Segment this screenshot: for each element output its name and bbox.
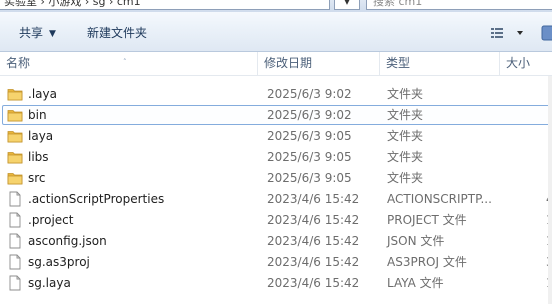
file-type: 文件夹 <box>387 150 424 164</box>
file-type: PROJECT 文件 <box>387 213 467 227</box>
file-date: 2023/4/6 15:42 <box>267 192 360 206</box>
file-name: .laya <box>28 87 57 101</box>
view-details-icon <box>491 28 523 38</box>
new-folder-button[interactable]: 新建文件夹 <box>87 24 147 42</box>
command-toolbar: 共享 ▼ 新建文件夹 <box>0 12 552 52</box>
file-name: laya <box>28 129 54 143</box>
folder-icon <box>7 107 23 123</box>
file-row[interactable]: laya 2025/6/3 9:05 文件夹 <box>2 126 550 146</box>
file-icon <box>7 233 23 249</box>
column-header-size[interactable]: 大小 <box>500 52 552 76</box>
column-header-row: 名称 ˄ 修改日期 类型 大小 <box>0 52 552 76</box>
file-name: libs <box>28 150 49 164</box>
search-input[interactable]: 搜索 cm1 <box>366 0 552 10</box>
file-row[interactable]: sg.laya2023/4/6 15:42LAYA 文件1 <box>2 273 552 293</box>
help-icon <box>541 25 552 41</box>
file-row[interactable]: .laya 2025/6/3 9:02 文件夹 <box>2 84 550 104</box>
scrollbar-edge[interactable] <box>548 76 552 304</box>
address-bar[interactable]: 实验室 › 小游戏 › sg › cm1 <box>0 0 330 10</box>
file-date: 2023/4/6 15:42 <box>267 234 360 248</box>
column-header-date[interactable]: 修改日期 <box>258 52 380 76</box>
file-type: 文件夹 <box>387 108 424 122</box>
chevron-down-icon: ▼ <box>49 29 56 39</box>
file-date: 2025/6/3 9:05 <box>267 171 352 185</box>
file-name: sg.laya <box>28 276 71 290</box>
file-date: 2025/6/3 9:02 <box>267 87 352 101</box>
file-date: 2023/4/6 15:42 <box>267 276 360 290</box>
file-name: .actionScriptProperties <box>28 192 165 206</box>
column-header-name[interactable]: 名称 ˄ <box>0 52 258 76</box>
file-name: sg.as3proj <box>28 255 90 269</box>
file-type: 文件夹 <box>387 171 424 185</box>
file-date: 2025/6/3 9:02 <box>267 108 352 122</box>
file-type: 文件夹 <box>387 129 424 143</box>
file-icon <box>7 191 23 207</box>
view-options-button[interactable] <box>489 24 529 42</box>
file-type: ACTIONSCRIPTP... <box>387 192 492 206</box>
file-date: 2023/4/6 15:42 <box>267 213 360 227</box>
file-date: 2025/6/3 9:05 <box>267 129 352 143</box>
file-name: .project <box>28 213 74 227</box>
file-row[interactable]: .actionScriptProperties 2023/4/6 15:42 ACT… <box>2 189 552 209</box>
file-icon <box>7 275 23 291</box>
share-label: 共享 <box>19 26 44 40</box>
column-header-name-label: 名称 <box>6 56 31 70</box>
folder-icon <box>7 86 23 102</box>
folder-icon <box>7 128 23 144</box>
file-date: 2025/6/3 9:05 <box>267 150 352 164</box>
file-icon <box>7 212 23 228</box>
file-date: 2023/4/6 15:42 <box>267 255 360 269</box>
help-button[interactable] <box>541 24 552 42</box>
file-type: AS3PROJ 文件 <box>387 255 467 269</box>
file-name: bin <box>28 108 47 122</box>
column-header-type[interactable]: 类型 <box>380 52 500 76</box>
sort-ascending-icon: ˄ <box>123 58 127 66</box>
file-icon <box>7 254 23 270</box>
file-type: 文件夹 <box>387 87 424 101</box>
file-row[interactable]: sg.as3proj2023/4/6 15:42AS3PROJ 文件3 <box>2 252 552 272</box>
file-row[interactable]: asconfig.json2023/4/6 15:42JSON 文件1 <box>2 231 552 251</box>
folder-icon <box>7 149 23 165</box>
file-name: src <box>28 171 46 185</box>
file-type: LAYA 文件 <box>387 276 444 290</box>
file-row[interactable]: bin 2025/6/3 9:02 文件夹 <box>2 105 550 125</box>
file-row[interactable]: src 2025/6/3 9:05 文件夹 <box>2 168 550 188</box>
file-row[interactable]: libs 2025/6/3 9:05 文件夹 <box>2 147 550 167</box>
file-row[interactable]: .project2023/4/6 15:42PROJECT 文件1 <box>2 210 552 230</box>
file-type: JSON 文件 <box>387 234 445 248</box>
file-name: asconfig.json <box>28 234 107 248</box>
share-button[interactable]: 共享 ▼ <box>19 24 56 42</box>
folder-icon <box>7 170 23 186</box>
address-dropdown-button[interactable]: ▾ <box>334 0 360 10</box>
address-bar-strip: 实验室 › 小游戏 › sg › cm1 ▾ 搜索 cm1 <box>0 0 552 12</box>
